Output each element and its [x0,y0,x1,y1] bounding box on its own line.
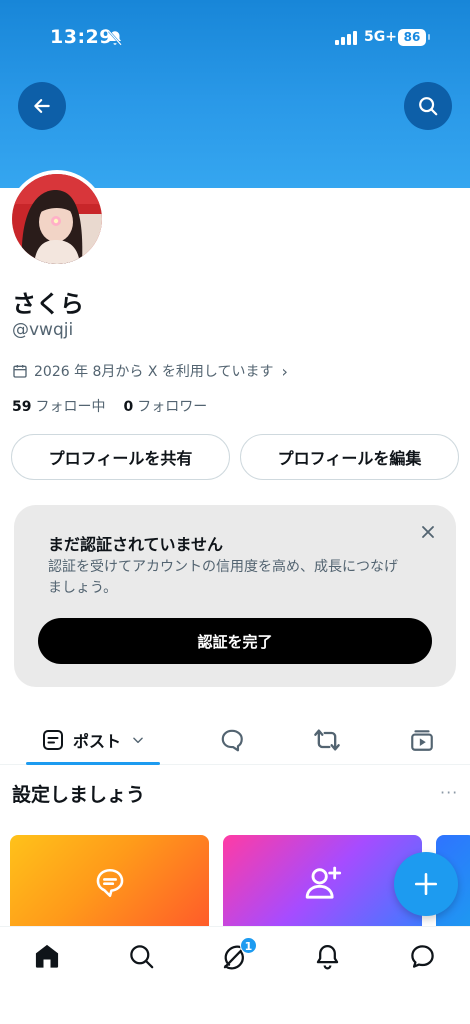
verification-description: 認証を受けてアカウントの信用度を高め、成長につなげましょう。 [48,559,398,596]
nav-notifications[interactable] [312,941,342,971]
nav-messages[interactable] [407,941,437,971]
more-options-icon[interactable]: ··· [440,783,458,802]
signal-icon [335,31,357,45]
compose-post-button[interactable] [394,852,458,916]
media-icon [411,730,433,751]
following-count: 59 [12,399,32,415]
nav-home[interactable] [32,941,62,971]
followers-link[interactable]: 0 フォロワー [123,396,207,416]
battery-indicator: 86 [398,29,426,46]
post-icon [42,730,63,750]
chevron-right-icon: › [281,361,288,381]
tab-media[interactable] [402,715,442,765]
share-profile-button[interactable]: プロフィールを共有 [11,434,230,480]
speech-bubble-icon [96,868,123,897]
back-button[interactable] [18,82,66,130]
tab-reposts[interactable] [307,715,347,765]
avatar-photo [12,174,102,264]
bottom-navigation: 1 [0,926,470,1024]
network-type: 5G+ [364,29,397,45]
repost-icon [314,729,340,751]
edit-profile-button[interactable]: プロフィールを編集 [240,434,459,480]
battery-tip [428,34,430,40]
tab-replies[interactable] [212,715,252,765]
joined-date[interactable]: 2026 年 8月から X を利用しています › [12,360,288,382]
tab-posts-label: ポスト [72,732,121,751]
search-icon [419,97,438,116]
display-name: さくら [12,290,84,318]
verification-card: まだ認証されていません 認証を受けてアカウントの信用度を高め、成長につなげましょ… [14,505,456,687]
followers-label: フォロワー [137,399,208,415]
active-tab-indicator [26,762,160,765]
status-time: 13:29 [50,26,113,48]
arrow-left-icon [34,99,50,113]
nav-search[interactable] [126,941,156,971]
search-icon [129,944,153,968]
search-button[interactable] [404,82,452,130]
setup-card-follow[interactable] [223,835,422,930]
close-icon[interactable] [418,522,438,542]
setup-section-title: 設定しましょう [12,784,146,806]
verification-title: まだ認証されていません [48,535,224,554]
followers-count: 0 [123,399,134,415]
profile-tabs: ポスト [0,715,470,765]
plus-icon [414,872,438,896]
grok-notification-badge: 1 [240,937,257,954]
avatar[interactable] [8,170,106,268]
calendar-icon [13,365,27,378]
status-bar: 13:29 5G+ 86 [0,0,470,76]
home-icon [35,944,59,968]
bell-muted-icon [108,30,122,46]
following-label: フォロー中 [35,399,106,415]
follow-stats: 59 フォロー中 0 フォロワー [12,396,207,416]
user-handle: @vwqji [12,320,74,340]
bell-icon [316,944,338,969]
add-user-icon [305,866,341,899]
reply-icon [221,729,243,752]
complete-verification-button[interactable]: 認証を完了 [38,618,432,664]
following-link[interactable]: 59 フォロー中 [12,396,105,416]
chevron-down-icon [133,737,143,744]
setup-card-bio[interactable] [10,835,209,930]
joined-text: 2026 年 8月から X を利用しています [34,364,274,380]
tab-posts[interactable]: ポスト [26,715,160,765]
message-icon [410,944,434,968]
